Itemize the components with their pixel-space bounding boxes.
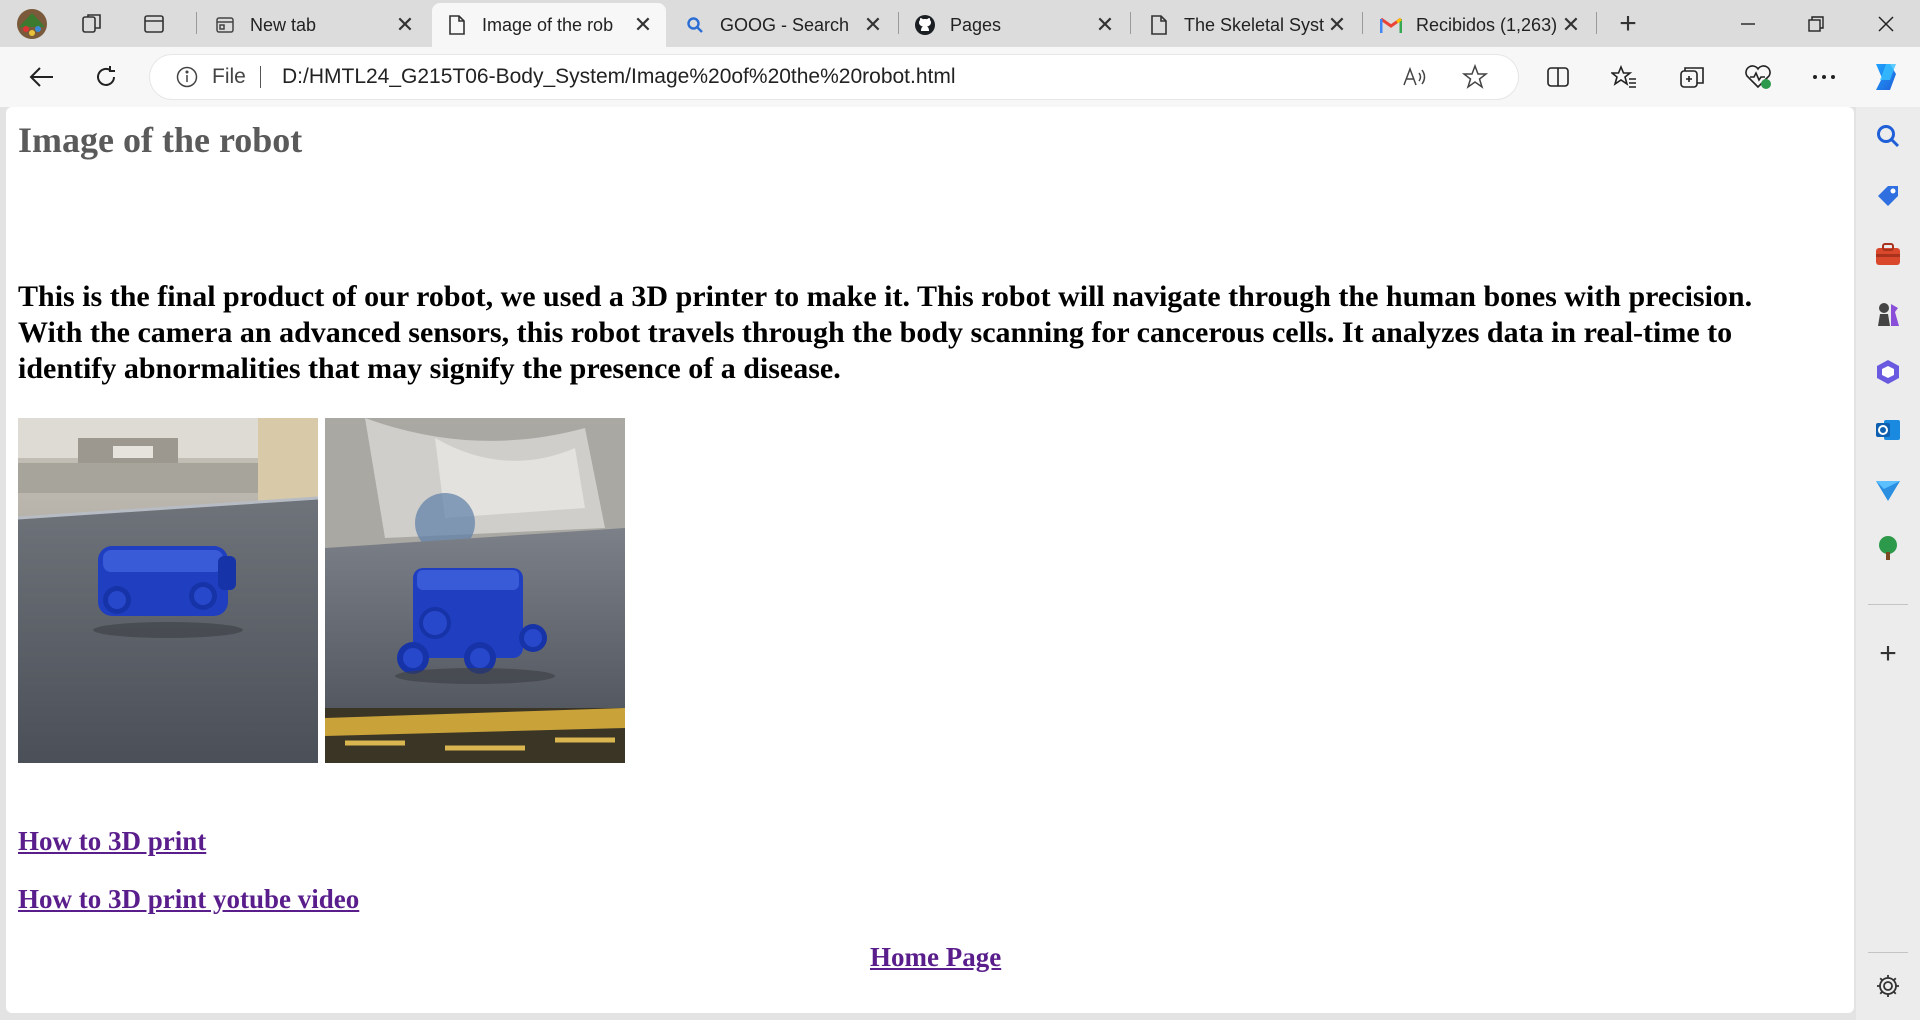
document-icon (446, 14, 468, 36)
back-icon[interactable] (24, 59, 60, 95)
sidebar-search-icon[interactable] (1871, 119, 1905, 153)
restore-icon[interactable] (1782, 0, 1850, 47)
games-chess-icon[interactable] (1871, 297, 1905, 331)
info-icon[interactable] (176, 66, 198, 93)
tab-separator (196, 12, 197, 34)
tab-title: Image of the rob (482, 14, 614, 35)
search-icon (684, 14, 706, 36)
robot-photo-front-view (325, 418, 625, 763)
split-screen-icon[interactable] (1540, 59, 1576, 95)
copilot-icon[interactable] (1866, 58, 1904, 96)
tab-title: The Skeletal Syst (1184, 14, 1325, 35)
how-to-3d-print-link[interactable]: How to 3D print (18, 826, 206, 857)
sidebar-divider (1868, 604, 1908, 605)
drop-send-icon[interactable] (1871, 473, 1905, 507)
tab-title: Recibidos (1,263) (1416, 14, 1558, 35)
tab-skeletal-system[interactable]: The Skeletal Syst ✕ (1134, 3, 1360, 47)
close-tab-icon[interactable]: ✕ (1094, 12, 1116, 37)
refresh-icon[interactable] (88, 59, 124, 95)
tab-new-tab[interactable]: New tab ✕ (200, 3, 428, 47)
sidebar-settings-gear-icon[interactable] (1871, 969, 1905, 1003)
url-text[interactable]: D:/HMTL24_G215T06-Body_System/Image%20of… (282, 65, 956, 89)
close-tab-icon[interactable]: ✕ (1326, 12, 1348, 37)
github-icon (914, 14, 936, 36)
close-tab-icon[interactable]: ✕ (632, 12, 654, 37)
add-sidebar-app-icon[interactable]: + (1871, 637, 1905, 671)
tab-strip: New tab ✕ Image of the rob ✕ GOOG - Sear… (0, 0, 1920, 47)
close-tab-icon[interactable]: ✕ (1560, 12, 1582, 37)
address-separator (260, 66, 261, 88)
page-title: Image of the robot (18, 120, 303, 160)
tab-pages[interactable]: Pages ✕ (900, 3, 1128, 47)
minimize-icon[interactable] (1714, 0, 1782, 47)
outlook-icon[interactable] (1871, 413, 1905, 447)
new-tab-plus-icon[interactable]: + (1610, 6, 1646, 42)
tab-gmail[interactable]: Recibidos (1,263) ✕ (1366, 3, 1594, 47)
microsoft-365-icon[interactable] (1871, 355, 1905, 389)
tab-goog-search[interactable]: GOOG - Search ✕ (670, 3, 896, 47)
tools-briefcase-icon[interactable] (1871, 237, 1905, 271)
read-aloud-icon[interactable] (1402, 65, 1428, 94)
tree-icon[interactable] (1871, 531, 1905, 565)
tab-image-of-robot[interactable]: Image of the rob ✕ (432, 3, 666, 47)
tab-title: New tab (250, 14, 317, 35)
close-tab-icon[interactable]: ✕ (394, 12, 416, 37)
close-tab-icon[interactable]: ✕ (862, 12, 884, 37)
browser-essentials-icon[interactable] (1740, 59, 1776, 95)
tab-separator (1362, 12, 1363, 34)
sidebar-divider (1868, 952, 1908, 953)
gmail-icon (1380, 14, 1402, 36)
workspaces-icon[interactable] (74, 6, 110, 42)
edge-sidebar: + (1856, 107, 1920, 1020)
how-to-3d-print-video-link[interactable]: How to 3D print yotube video (18, 884, 359, 915)
tab-separator (1596, 12, 1597, 34)
vertical-tabs-icon[interactable] (136, 6, 172, 42)
scheme-label: File (212, 65, 246, 88)
newtab-icon (214, 14, 236, 36)
tab-separator (898, 12, 899, 34)
favorite-star-icon[interactable] (1461, 63, 1489, 95)
document-icon (1148, 14, 1170, 36)
tab-separator (1130, 12, 1131, 34)
robot-description: This is the final product of our robot, … (18, 280, 1753, 385)
address-bar[interactable]: File D:/HMTL24_G215T06-Body_System/Image… (150, 55, 1518, 99)
navigation-toolbar: File D:/HMTL24_G215T06-Body_System/Image… (0, 47, 1920, 107)
tab-title: Pages (950, 14, 1002, 35)
tab-title: GOOG - Search (720, 14, 850, 35)
profile-avatar[interactable] (14, 6, 50, 42)
collections-icon[interactable] (1674, 59, 1710, 95)
favorites-icon[interactable] (1606, 59, 1642, 95)
close-window-icon[interactable] (1852, 0, 1920, 47)
home-page-link[interactable]: Home Page (870, 942, 1001, 973)
shopping-tag-icon[interactable] (1871, 179, 1905, 213)
more-options-icon[interactable] (1806, 59, 1842, 95)
page-content: Image of the robot This is the final pro… (6, 107, 1854, 1013)
robot-photo-side-view (18, 418, 318, 763)
